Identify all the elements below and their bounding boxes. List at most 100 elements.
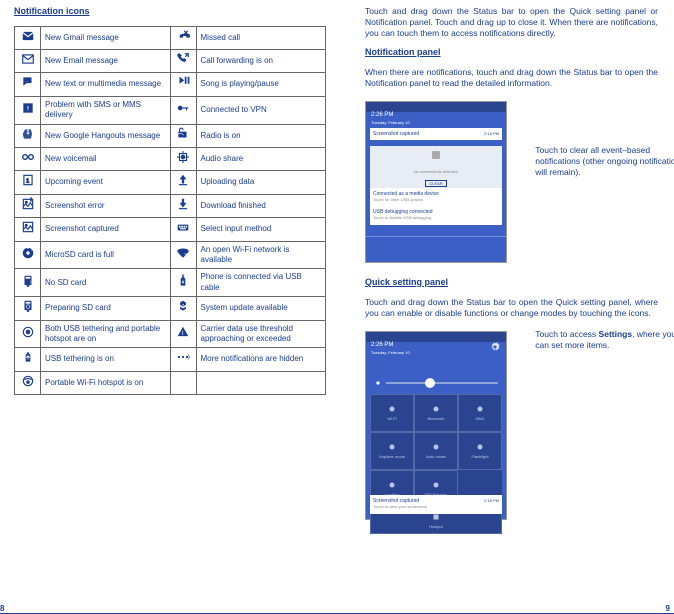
notification-icon: 1: [15, 171, 41, 194]
screenshot-captured-notification: Screenshot captured2:18 PM: [370, 128, 502, 141]
icon-desc: Problem with SMS or MMS delivery: [41, 96, 171, 124]
notification-icon: [170, 269, 196, 297]
quick-setting-para: Touch and drag down the Status bar to op…: [365, 297, 658, 319]
svg-text:!: !: [30, 246, 31, 251]
svg-text:!: !: [29, 279, 30, 284]
gear-icon: [490, 342, 500, 352]
icon-row: ! Screenshot error Download finished: [15, 194, 326, 217]
notification-icons-heading: Notification icons: [14, 6, 326, 18]
quick-setting-tile: Auto-rotate: [414, 432, 458, 470]
notification-icon: [15, 26, 41, 49]
notification-icon: …: [15, 73, 41, 96]
icon-row: New Gmail message Missed call: [15, 26, 326, 49]
quick-setting-tile: Flashlight: [458, 432, 502, 470]
notification-icon: [170, 218, 196, 241]
icon-desc: Audio share: [196, 148, 326, 171]
icon-desc: An open Wi-Fi network is available: [196, 241, 326, 269]
icon-desc: Radio is on: [196, 124, 326, 147]
notification-icon: [170, 124, 196, 147]
icon-desc: System update available: [196, 297, 326, 320]
icon-row: !No SD cardPhone is connected via USB ca…: [15, 269, 326, 297]
notification-icon: !: [15, 194, 41, 217]
notification-icon: [170, 73, 196, 96]
notification-icon: [170, 96, 196, 124]
icon-row: Screenshot captured Select input method: [15, 218, 326, 241]
icon-desc: Screenshot error: [41, 194, 171, 217]
svg-text:!: !: [182, 331, 184, 337]
notification-icon: [170, 171, 196, 194]
icon-desc: New text or multimedia message: [41, 73, 171, 96]
icon-row: Portable Wi-Fi hotspot is on: [15, 371, 326, 394]
icon-desc: More notifications are hidden: [196, 348, 326, 371]
notification-icon: [170, 371, 196, 394]
icon-desc: Carrier data use threshold approaching o…: [196, 320, 326, 348]
notification-icon: [15, 297, 41, 320]
notification-icon: !: [15, 241, 41, 269]
quick-setting-heading: Quick setting panel: [365, 277, 658, 289]
status-bar-intro: Touch and drag down the Status bar to op…: [365, 6, 658, 39]
notification-icon: [15, 348, 41, 371]
svg-text:1: 1: [26, 179, 29, 185]
icon-row: New Email message Call forwarding is on: [15, 50, 326, 73]
screenshot-captured-tile: Screenshot captured2:18 PMTouch to view …: [370, 495, 502, 514]
settings-callout: Touch to access Settings, where you can …: [535, 329, 674, 351]
notification-icon: [15, 320, 41, 348]
notification-icon: [15, 50, 41, 73]
brightness-slider: [374, 376, 498, 390]
quick-setting-screenshot: 2:26 PMTuesday, February 10 Wi-FiBluetoo…: [365, 331, 507, 520]
icon-row: ! MicroSD card is full? An open Wi-Fi netw…: [15, 241, 326, 269]
icon-desc: Both USB tethering and portable hotspot …: [41, 320, 171, 348]
icon-desc: Preparing SD card: [41, 297, 171, 320]
icon-desc: Download finished: [196, 194, 326, 217]
notification-icon: [15, 148, 41, 171]
notification-icon: [170, 348, 196, 371]
icon-desc: Phone is connected via USB cable: [196, 269, 326, 297]
icon-row: 1Upcoming eventUploading data: [15, 171, 326, 194]
notification-icon: [170, 50, 196, 73]
svg-text:!: !: [26, 105, 28, 112]
icon-row: Preparing SD card System update available: [15, 297, 326, 320]
icon-row: USB tethering is on More notifications ar…: [15, 348, 326, 371]
icon-row: Both USB tethering and portable hotspot …: [15, 320, 326, 348]
icon-desc: Connected to VPN: [196, 96, 326, 124]
icon-desc: Select input method: [196, 218, 326, 241]
notification-icon: [15, 371, 41, 394]
icon-desc: New Gmail message: [41, 26, 171, 49]
notification-icon: !: [170, 320, 196, 348]
icon-row: New voicemail Audio share: [15, 148, 326, 171]
quick-setting-tile: SIM1: [458, 394, 502, 432]
clear-callout: Touch to clear all event–based notificat…: [535, 145, 674, 178]
notification-icon: [170, 194, 196, 217]
icon-row: … New text or multimedia message Song is p…: [15, 73, 326, 96]
notification-icon: [170, 297, 196, 320]
notification-icon: [15, 218, 41, 241]
icon-row: ! Problem with SMS or MMS delivery Connect…: [15, 96, 326, 124]
notification-icon: [170, 26, 196, 49]
usb-debug-notification: USB debugging connectedTouch to disable …: [370, 206, 502, 225]
notification-icon: [170, 148, 196, 171]
icon-desc: New Email message: [41, 50, 171, 73]
icon-desc: USB tethering is on: [41, 348, 171, 371]
icon-desc: New Google Hangouts message: [41, 124, 171, 147]
icon-desc: New voicemail: [41, 148, 171, 171]
quick-setting-tile: Airplane mode: [370, 432, 414, 470]
notification-panel-screenshot: 2:26 PMTuesday, February 10 Screenshot c…: [365, 101, 507, 263]
icon-desc: Missed call: [196, 26, 326, 49]
notification-icon: [15, 124, 41, 147]
svg-text:!: !: [30, 197, 31, 202]
quick-setting-tile: Bluetooth: [414, 394, 458, 432]
svg-text:?: ?: [184, 252, 187, 257]
notification-panel-para: When there are notifications, touch and …: [365, 67, 658, 89]
notification-icons-table: New Gmail messageMissed callNew Email me…: [14, 26, 326, 395]
notification-icon: ?: [170, 241, 196, 269]
icon-row: New Google Hangouts message Radio is on: [15, 124, 326, 147]
notification-icon: !: [15, 269, 41, 297]
quick-setting-tile: Wi-Fi: [370, 394, 414, 432]
icon-desc: Screenshot captured: [41, 218, 171, 241]
icon-desc: Song is playing/pause: [196, 73, 326, 96]
svg-text:…: …: [24, 79, 28, 83]
icon-desc: Call forwarding is on: [196, 50, 326, 73]
icon-desc: MicroSD card is full: [41, 241, 171, 269]
page-number-left: 8: [0, 604, 4, 614]
icon-desc: Uploading data: [196, 171, 326, 194]
